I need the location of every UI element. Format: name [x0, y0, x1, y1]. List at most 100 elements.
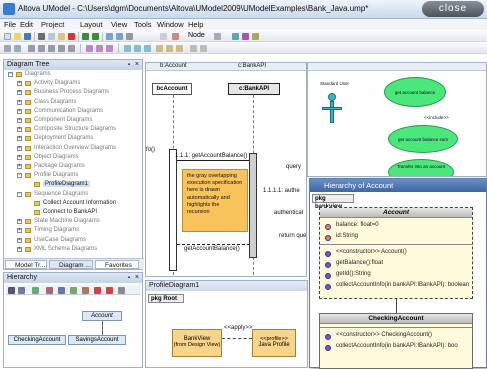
- expand-icon[interactable]: -: [17, 173, 22, 179]
- tool-c-icon[interactable]: [252, 33, 259, 40]
- align-right-icon[interactable]: [48, 45, 55, 52]
- hier-tool-8-icon[interactable]: [94, 287, 101, 294]
- replace-icon[interactable]: [116, 33, 123, 40]
- expand-icon[interactable]: +: [17, 118, 22, 123]
- usecase-2[interactable]: get account balance sum: [388, 125, 458, 153]
- tree-item[interactable]: Collect Account Information: [4, 200, 142, 208]
- spacing-b-icon[interactable]: [166, 45, 173, 52]
- arrow-right-icon[interactable]: [14, 45, 21, 52]
- tab-diagram-tree[interactable]: Diagram ...: [49, 260, 93, 269]
- tab-model-tree[interactable]: Model Tr...: [5, 260, 47, 269]
- size-both-icon[interactable]: [106, 45, 113, 52]
- tree-item[interactable]: - Sequence Diagrams: [4, 191, 142, 199]
- expand-icon[interactable]: +: [17, 228, 22, 234]
- seq-box-bankapi[interactable]: c:BankAPI: [228, 83, 280, 95]
- tab-favorites[interactable]: Favorites: [95, 260, 139, 269]
- expand-icon[interactable]: -: [8, 72, 13, 77]
- tree-item[interactable]: + Interaction Overview Diagrams: [4, 145, 142, 153]
- usecase-1[interactable]: get account balance: [384, 77, 446, 107]
- hier-tool-6-icon[interactable]: [70, 287, 77, 294]
- expand-icon[interactable]: +: [17, 99, 22, 105]
- hier-tool-4-icon[interactable]: [46, 287, 53, 294]
- grid-icon[interactable]: [190, 45, 197, 52]
- layout-a-icon[interactable]: [124, 45, 131, 52]
- tree-item[interactable]: ProfileDiagram1: [4, 181, 142, 189]
- menu-layout[interactable]: Layout: [80, 20, 103, 29]
- tree-item[interactable]: + Class Diagrams: [4, 99, 142, 107]
- pin-icon[interactable]: ▪: [128, 60, 130, 70]
- tree-item[interactable]: + Component Diagrams: [4, 117, 142, 125]
- align-top-icon[interactable]: [58, 45, 65, 52]
- tree-item[interactable]: + Package Diagrams: [4, 163, 142, 171]
- tool-b-icon[interactable]: [242, 33, 249, 40]
- menu-edit[interactable]: Edit: [20, 20, 33, 29]
- expand-icon[interactable]: +: [17, 90, 22, 96]
- hier-tool-3-icon[interactable]: [32, 287, 39, 294]
- spacing-c-icon[interactable]: [176, 45, 183, 52]
- find-icon[interactable]: [106, 33, 113, 40]
- align-left-icon[interactable]: [28, 45, 35, 52]
- menu-view[interactable]: View: [111, 20, 127, 29]
- expand-icon[interactable]: +: [17, 154, 22, 160]
- expand-icon[interactable]: +: [17, 145, 22, 151]
- hier-savings-node[interactable]: SavingsAccount: [68, 335, 126, 345]
- expand-icon[interactable]: +: [17, 81, 22, 87]
- tree-item[interactable]: + Deployment Diagrams: [4, 135, 142, 143]
- hier-tool-10-icon[interactable]: [118, 287, 125, 294]
- tree-item[interactable]: + UseCase Diagrams: [4, 237, 142, 245]
- save-icon[interactable]: [24, 33, 31, 40]
- hier-pin-icon[interactable]: ▪: [128, 273, 130, 283]
- tree-item[interactable]: - Profile Diagrams: [4, 172, 142, 180]
- align-bottom-icon[interactable]: [68, 45, 75, 52]
- class-account[interactable]: Account balance: float=0 id:String <<con…: [319, 207, 473, 299]
- java-profile-package[interactable]: <<profile>> Java Profile: [252, 329, 296, 357]
- new-icon[interactable]: [4, 33, 11, 40]
- align-center-icon[interactable]: [38, 45, 45, 52]
- arrow-left-icon[interactable]: [4, 45, 11, 52]
- menu-help[interactable]: Help: [188, 20, 203, 29]
- tree-item[interactable]: + Composite Structure Diagrams: [4, 126, 142, 134]
- hier-close-icon[interactable]: ×: [135, 273, 139, 283]
- redo-icon[interactable]: [92, 33, 99, 40]
- tree-item[interactable]: - Diagrams: [4, 71, 142, 79]
- class-checking[interactable]: CheckingAccount <<constructor>> Checking…: [319, 313, 473, 369]
- node-dropdown-icon[interactable]: [214, 33, 221, 40]
- close-pane-icon[interactable]: ×: [135, 60, 139, 70]
- size-height-icon[interactable]: [96, 45, 103, 52]
- expand-icon[interactable]: +: [17, 108, 22, 114]
- expand-icon[interactable]: +: [17, 136, 22, 142]
- expand-icon[interactable]: +: [17, 164, 22, 169]
- hier-tool-2-icon[interactable]: [18, 287, 25, 294]
- hier-tool-9-icon[interactable]: [106, 287, 113, 294]
- tree-item[interactable]: + Business Process Diagrams: [4, 89, 142, 97]
- close-button[interactable]: close: [422, 1, 484, 17]
- tool-a-icon[interactable]: [232, 33, 239, 40]
- spacing-a-icon[interactable]: [156, 45, 163, 52]
- layout-c-icon[interactable]: [144, 45, 151, 52]
- expand-icon[interactable]: +: [17, 127, 22, 133]
- seq-box-account[interactable]: bcAccount: [152, 83, 192, 95]
- undo-icon[interactable]: [82, 33, 89, 40]
- copy-icon[interactable]: [48, 33, 55, 40]
- tree-item[interactable]: Connect to BankAPI: [4, 209, 142, 217]
- hier-checking-node[interactable]: CheckingAccount: [8, 335, 66, 345]
- expand-icon[interactable]: +: [17, 246, 22, 252]
- expand-icon[interactable]: -: [17, 191, 22, 197]
- tree-item[interactable]: + Communication Diagrams: [4, 108, 142, 116]
- actor-icon[interactable]: [322, 93, 342, 153]
- tree-item[interactable]: + Activity Diagrams: [4, 80, 142, 88]
- expand-icon[interactable]: +: [17, 237, 22, 243]
- tree-item[interactable]: + XML Schema Diagrams: [4, 246, 142, 254]
- snap-icon[interactable]: [200, 45, 207, 52]
- paste-icon[interactable]: [58, 33, 65, 40]
- menu-window[interactable]: Window: [157, 20, 184, 29]
- hier-tool-7-icon[interactable]: [82, 287, 89, 294]
- tree-item[interactable]: + Object Diagrams: [4, 154, 142, 162]
- hier-tool-5-icon[interactable]: [58, 287, 65, 294]
- print-icon[interactable]: [126, 33, 133, 40]
- layout-b-icon[interactable]: [134, 45, 141, 52]
- cut-icon[interactable]: [38, 33, 45, 40]
- node-type-icon[interactable]: [172, 33, 179, 40]
- bankview-package[interactable]: BankView (from Design View): [172, 329, 222, 357]
- size-width-icon[interactable]: [86, 45, 93, 52]
